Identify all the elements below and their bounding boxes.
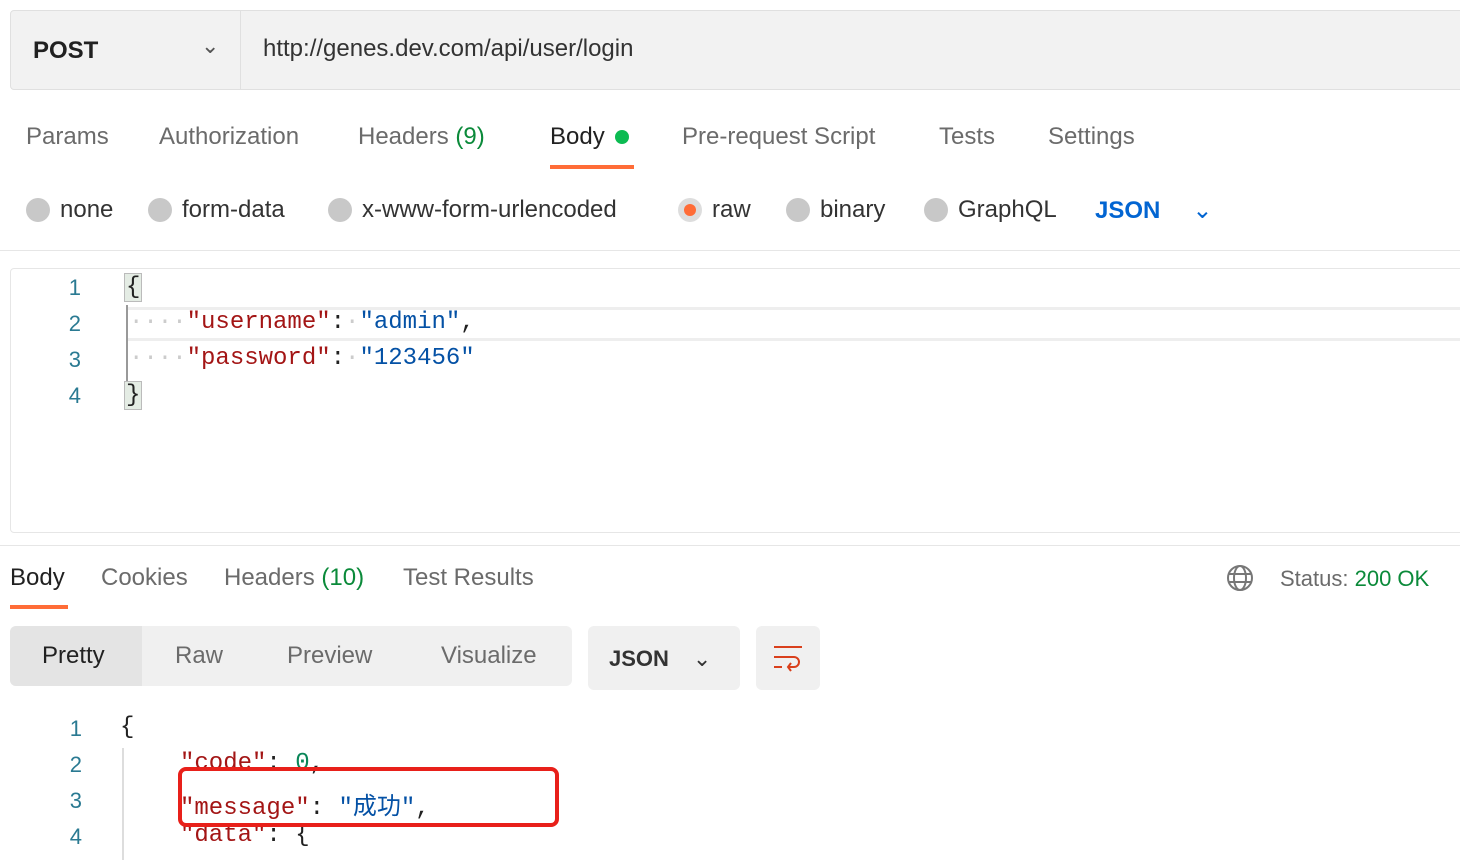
active-tab-underline [550, 165, 634, 169]
brace-open: { [120, 714, 135, 741]
method-select[interactable]: POST ⌄ [11, 11, 241, 89]
method-label: POST [33, 37, 99, 64]
radio-label: x-www-form-urlencoded [362, 196, 617, 223]
resp-tab-cookies[interactable]: Cookies [101, 564, 188, 592]
radio-label: none [60, 196, 114, 223]
radio-icon [148, 198, 172, 222]
view-pretty[interactable]: Pretty [42, 642, 105, 670]
view-preview[interactable]: Preview [287, 642, 372, 670]
tab-pre-request-script[interactable]: Pre-request Script [682, 123, 875, 151]
status-value: 200 OK [1354, 566, 1430, 591]
line-number: 1 [68, 275, 81, 300]
tab-authorization[interactable]: Authorization [159, 123, 299, 151]
active-dot-icon [615, 130, 630, 144]
brace-open: { [124, 273, 143, 302]
line-number: 3 [68, 347, 81, 372]
radio-icon [786, 198, 810, 222]
tab-label: Headers [358, 123, 449, 150]
tab-headers[interactable]: Headers (9) [358, 123, 485, 151]
radio-icon [924, 198, 948, 222]
tab-params[interactable]: Params [26, 123, 109, 151]
indent-guide [122, 748, 124, 860]
radio-label: GraphQL [958, 196, 1057, 223]
json-key: "password" [186, 345, 331, 372]
radio-graphql[interactable]: GraphQL [924, 196, 1057, 224]
line-number: 2 [69, 752, 82, 777]
line-number: 2 [68, 311, 81, 336]
view-visualize[interactable]: Visualize [441, 642, 537, 670]
divider [0, 545, 1460, 546]
body-format-select[interactable]: JSON ⌄ [1095, 196, 1212, 225]
format-label: JSON [609, 646, 669, 671]
globe-icon[interactable] [1226, 564, 1254, 592]
line-number: 1 [69, 716, 82, 741]
radio-icon [26, 198, 50, 222]
json-value: "admin" [359, 309, 461, 336]
resp-tab-test-results[interactable]: Test Results [403, 564, 534, 592]
line-number: 4 [68, 383, 81, 408]
tab-label: Body [550, 123, 605, 150]
response-format-select[interactable]: JSON ⌄ [588, 626, 740, 690]
json-key: "username" [186, 309, 331, 336]
chevron-down-icon: ⌄ [692, 646, 712, 671]
radio-raw[interactable]: raw [678, 196, 751, 224]
active-tab-underline [10, 605, 68, 609]
indent-guide [126, 305, 128, 381]
tab-label: Headers [224, 564, 315, 591]
json-value: "123456" [359, 345, 475, 372]
headers-count: (10) [321, 564, 365, 591]
resp-tab-body[interactable]: Body [10, 564, 65, 592]
tab-tests[interactable]: Tests [939, 123, 995, 151]
tab-body[interactable]: Body [550, 123, 630, 151]
radio-selected-icon [678, 198, 702, 222]
radio-icon [328, 198, 352, 222]
chevron-down-icon: ⌄ [1192, 197, 1213, 224]
view-mode-group: Pretty Raw Preview Visualize [10, 626, 572, 686]
whitespace-dots: ···· [129, 309, 187, 336]
request-body-editor[interactable]: 1 2 3 4 { ····"username":·"admin", ····"… [10, 268, 1460, 533]
resp-tab-headers[interactable]: Headers (10) [224, 564, 364, 592]
brace-close: } [124, 381, 143, 410]
chevron-down-icon: ⌄ [201, 33, 220, 58]
url-input[interactable]: http://genes.dev.com/api/user/login [263, 35, 633, 63]
tab-settings[interactable]: Settings [1048, 123, 1135, 151]
line-number: 3 [69, 788, 82, 813]
url-bar: POST ⌄ http://genes.dev.com/api/user/logi… [10, 10, 1460, 90]
radio-label: binary [820, 196, 886, 223]
radio-urlencoded[interactable]: x-www-form-urlencoded [328, 196, 617, 224]
radio-label: raw [712, 196, 751, 223]
highlight-box [178, 767, 559, 827]
radio-label: form-data [182, 196, 285, 223]
wrap-icon [774, 646, 802, 672]
radio-none[interactable]: none [26, 196, 113, 224]
response-status: Status: 200 OK [1280, 566, 1429, 592]
status-label: Status: [1280, 566, 1349, 591]
line-number: 4 [69, 824, 82, 849]
radio-binary[interactable]: binary [786, 196, 885, 224]
view-raw[interactable]: Raw [175, 642, 223, 670]
headers-count: (9) [455, 123, 485, 150]
divider [0, 250, 1460, 251]
radio-form-data[interactable]: form-data [148, 196, 285, 224]
wrap-lines-button[interactable] [756, 626, 820, 690]
format-label: JSON [1095, 196, 1161, 224]
whitespace-dots: ···· [129, 345, 187, 372]
